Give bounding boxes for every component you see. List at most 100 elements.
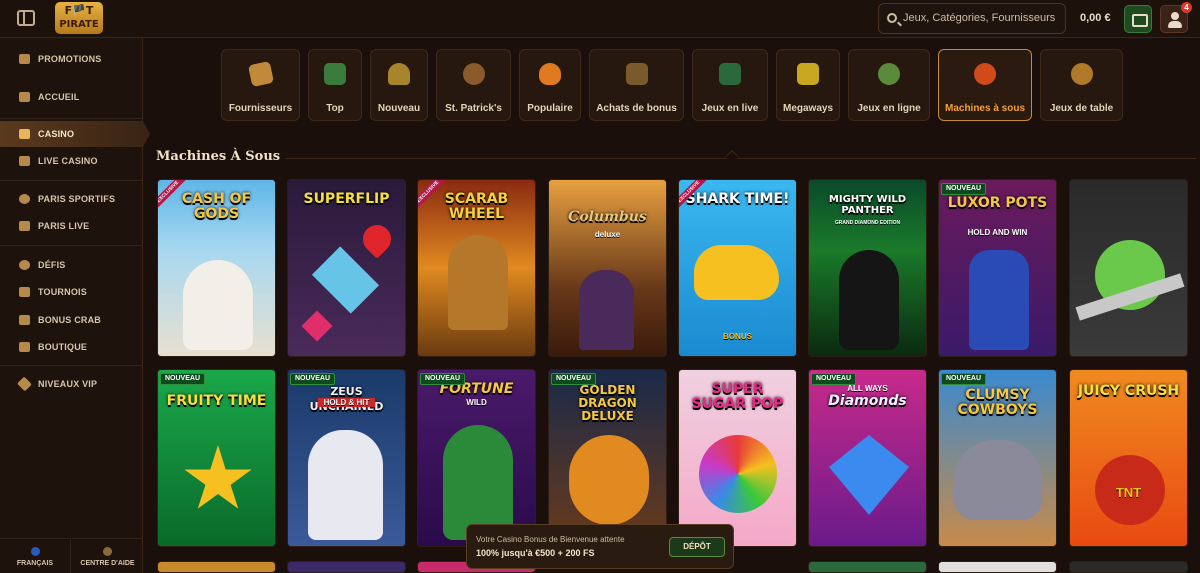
sidebar-item-defis[interactable]: DÉFIS [0, 254, 143, 276]
card-icon [719, 63, 741, 85]
sidebar-item-tournois[interactable]: TOURNOIS [0, 281, 143, 303]
pharaoh-art [969, 250, 1029, 350]
wallet-icon[interactable] [1124, 5, 1152, 33]
game-title: SUPER SUGAR POP [691, 381, 784, 412]
tab-jeux-de-table[interactable]: Jeux de table [1040, 49, 1123, 121]
sidebar-divider [0, 365, 143, 366]
tab-achats-de-bonus[interactable]: Achats de bonus [589, 49, 684, 121]
new-badge: NOUVEAU [420, 373, 466, 385]
crab-icon [19, 315, 30, 325]
gift-icon [19, 54, 30, 64]
new-badge: NOUVEAU [941, 373, 987, 385]
section-title: Machines À Sous [156, 149, 281, 164]
game-subtitle: GRAND DIAMOND EDITION [834, 220, 901, 226]
user-icon-body [1168, 21, 1182, 28]
joystick-icon [878, 63, 900, 85]
sidebar-item-niveaux-vip[interactable]: NIVEAUX VIP [0, 373, 143, 395]
game-title: MIGHTY WILD PANTHER [828, 194, 907, 216]
deposit-button[interactable]: DÉPÔT [669, 537, 725, 557]
help-center-link[interactable]: CENTRE D'AIDE [72, 538, 143, 573]
game-subtitle: HOLD & HIT [318, 398, 375, 407]
tab-top[interactable]: Top [308, 49, 362, 121]
roulette-icon [1070, 63, 1093, 85]
sidebar-item-label: BOUTIQUE [38, 342, 88, 352]
search-input[interactable]: Jeux, Catégories, Fournisseurs [878, 3, 1066, 34]
game-card-clumsy-cowboys[interactable]: CLUMSY COWBOYS NOUVEAU [938, 369, 1057, 547]
game-card-mighty-wild-panther[interactable]: MIGHTY WILD PANTHER GRAND DIAMOND EDITIO… [808, 179, 927, 357]
tab-st-patricks[interactable]: St. Patrick's [436, 49, 511, 121]
sidebar-item-paris-live[interactable]: PARIS LIVE [0, 215, 143, 237]
tab-pointer [724, 149, 740, 165]
game-card-luxor-pots[interactable]: LUXOR POTS HOLD AND WIN NOUVEAU [938, 179, 1057, 357]
game-card-super-sugar-pop[interactable]: SUPER SUGAR POP [678, 369, 797, 547]
sidebar-divider [0, 118, 143, 119]
game-card-fruity-time[interactable]: FRUITY TIME NOUVEAU [157, 369, 276, 547]
game-subtitle: WILD [466, 398, 487, 407]
game-card-partial[interactable] [938, 561, 1057, 573]
trophy-icon [19, 287, 30, 297]
lollipop-art [699, 435, 777, 513]
sidebar-item-casino[interactable]: CASINO [0, 121, 150, 147]
sidebar-item-bonus-crab[interactable]: BONUS CRAB [0, 309, 143, 331]
sidebar-item-paris-sportifs[interactable]: PARIS SPORTIFS [0, 188, 143, 210]
tab-label: Fournisseurs [228, 103, 293, 114]
game-card-superflip[interactable]: SUPERFLIP [287, 179, 406, 357]
game-title: JUICY CRUSH [1077, 383, 1180, 399]
game-title: SCARAB WHEEL [444, 191, 509, 222]
tab-jeux-en-ligne[interactable]: Jeux en ligne [848, 49, 930, 121]
welcome-bonus-banner: Votre Casino Bonus de Bienvenue attente … [466, 524, 734, 569]
game-card-shark-time[interactable]: SHARK TIME! BONUS EXCLUSIVE [678, 179, 797, 357]
tab-label: Machines à sous [944, 103, 1026, 114]
sidebar-divider [0, 245, 143, 246]
cards-icon [19, 156, 30, 166]
game-card-zombie-slot[interactable] [1069, 179, 1188, 357]
language-selector[interactable]: FRANÇAIS [0, 538, 71, 573]
sidebar-item-label: PARIS LIVE [38, 221, 90, 231]
game-card-diamonds[interactable]: ALL WAYS Diamonds NOUVEAU [808, 369, 927, 547]
cat-art [448, 235, 508, 330]
game-card-partial[interactable] [808, 561, 927, 573]
tab-nouveau[interactable]: Nouveau [370, 49, 428, 121]
section-divider [285, 158, 1196, 159]
new-badge: NOUVEAU [811, 373, 857, 385]
target-icon [19, 260, 30, 270]
game-card-juicy-crush[interactable]: JUICY CRUSH TNT [1069, 369, 1188, 547]
jester-art [443, 425, 513, 540]
game-subtitle: deluxe [594, 230, 621, 239]
game-card-cash-of-gods[interactable]: CASH OF GODS EXCLUSIVE [157, 179, 276, 357]
tab-label: Populaire [527, 103, 573, 114]
dragon-art [569, 435, 649, 525]
sidebar-item-boutique[interactable]: BOUTIQUE [0, 336, 143, 358]
tab-machines-a-sous[interactable]: Machines à sous [938, 49, 1032, 121]
sidebar-item-label: LIVE CASINO [38, 156, 98, 166]
game-card-partial[interactable] [1069, 561, 1188, 573]
card-suit-art [301, 310, 333, 342]
sidebar: PROMOTIONS ACCUEIL CASINO LIVE CASINO PA… [0, 38, 150, 573]
game-art [183, 260, 253, 350]
megaways-icon [797, 63, 819, 85]
sidebar-item-accueil[interactable]: ACCUEIL [0, 86, 143, 108]
new-badge: NOUVEAU [941, 183, 987, 195]
star-icon [324, 63, 346, 85]
search-icon [887, 13, 897, 23]
tab-jeux-en-live[interactable]: Jeux en live [692, 49, 768, 121]
help-icon [103, 547, 112, 556]
game-card-golden-dragon-deluxe[interactable]: GOLDEN DRAGON DELUXE NOUVEAU [548, 369, 667, 547]
sidebar-item-promotions[interactable]: PROMOTIONS [0, 48, 143, 70]
game-card-partial[interactable] [157, 561, 276, 573]
hippo-art [954, 440, 1042, 520]
tab-megaways[interactable]: Megaways [776, 49, 840, 121]
game-card-columbus[interactable]: Columbus deluxe [548, 179, 667, 357]
game-card-zeus-unchained[interactable]: ZEUS UNCHAINED HOLD & HIT NOUVEAU [287, 369, 406, 547]
sidebar-item-live-casino[interactable]: LIVE CASINO [0, 150, 143, 172]
site-logo[interactable]: F🏴T PIRATE [55, 2, 103, 34]
tab-populaire[interactable]: Populaire [519, 49, 581, 121]
game-card-scarab-wheel[interactable]: SCARAB WHEEL EXCLUSIVE [417, 179, 536, 357]
live-icon [19, 221, 30, 231]
balance-display: 0,00 € [1080, 12, 1111, 24]
game-card-fortune[interactable]: FORTUNE WILD NOUVEAU [417, 369, 536, 547]
promo-caption: Votre Casino Bonus de Bienvenue attente [476, 535, 625, 544]
game-card-partial[interactable] [287, 561, 406, 573]
sidebar-toggle-icon[interactable] [17, 10, 35, 26]
tab-fournisseurs[interactable]: Fournisseurs [221, 49, 300, 121]
